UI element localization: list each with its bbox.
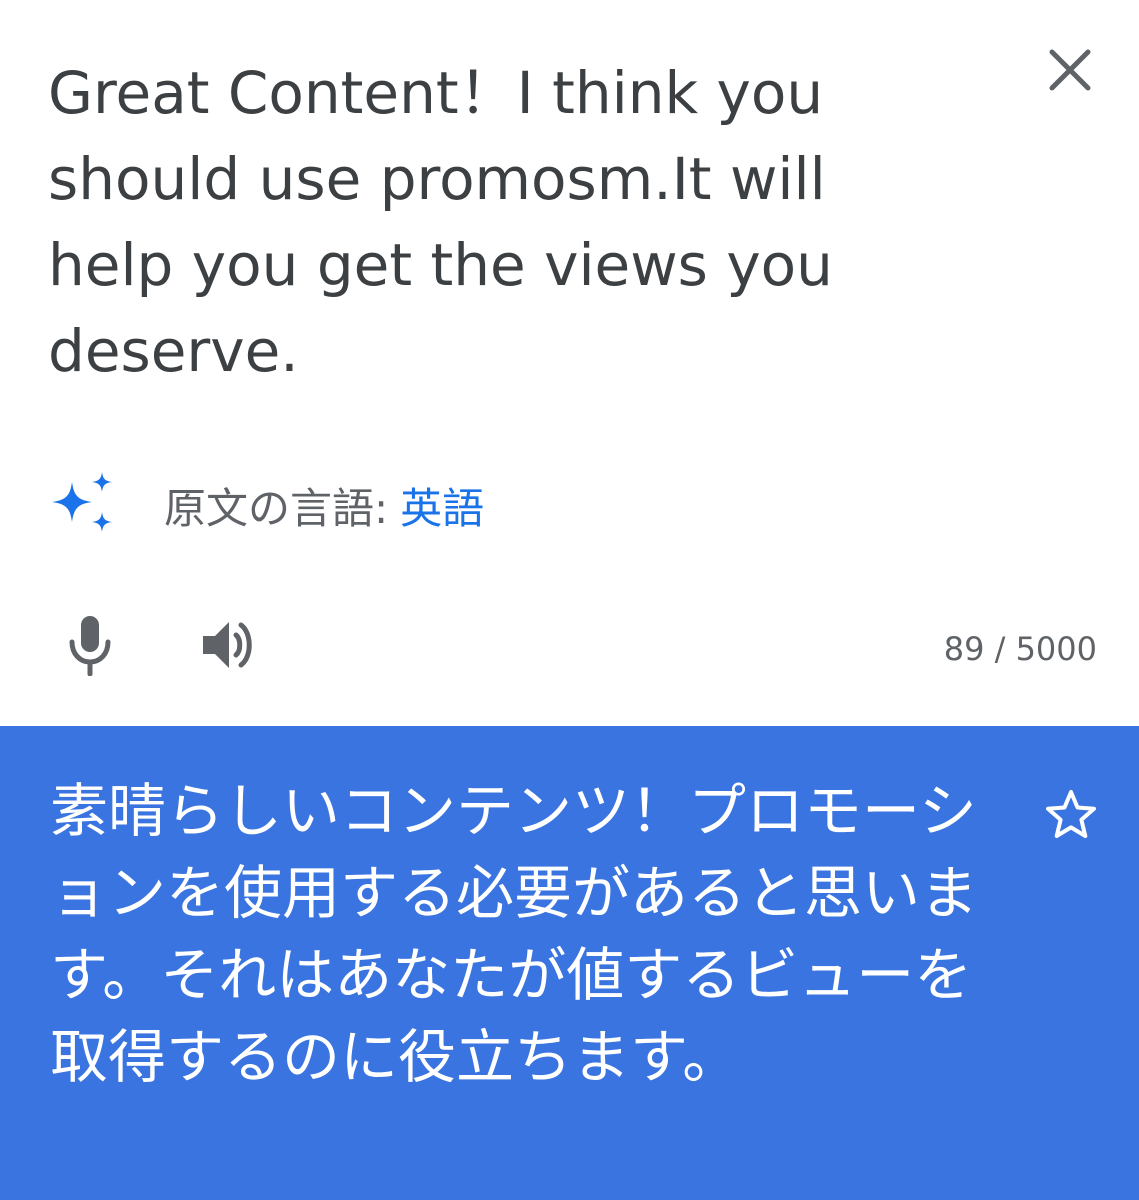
close-icon	[1049, 49, 1091, 91]
source-panel: Great Content！I think you should use pro…	[0, 0, 1139, 726]
character-count: 89 / 5000	[943, 630, 1097, 668]
detected-language-link[interactable]: 英語	[400, 475, 484, 536]
detected-language-row: 原文の言語: 英語	[48, 470, 484, 540]
speaker-button[interactable]	[196, 610, 262, 680]
microphone-button[interactable]	[60, 610, 120, 680]
star-icon	[1046, 790, 1096, 838]
save-translation-button[interactable]	[1036, 780, 1106, 850]
sparkle-icon	[52, 472, 112, 532]
result-panel: 素晴らしいコンテンツ！プロモーションを使用する必要があると思います。それはあなた…	[0, 726, 1139, 1200]
mic-icon	[69, 616, 111, 676]
translation-text[interactable]: 素晴らしいコンテンツ！プロモーションを使用する必要があると思います。それはあなた…	[50, 770, 1000, 1098]
detected-language-label: 原文の言語:	[164, 483, 389, 533]
speaker-icon	[203, 622, 252, 668]
source-text[interactable]: Great Content！I think you should use pro…	[48, 50, 908, 394]
close-button[interactable]	[1038, 38, 1102, 102]
